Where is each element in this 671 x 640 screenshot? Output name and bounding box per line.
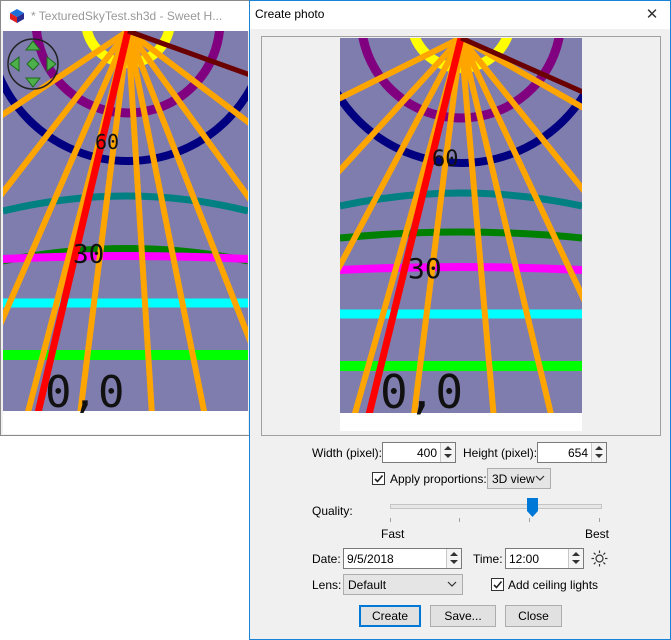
photo-preview-frame: 60 30 0,0	[261, 36, 661, 436]
close-button[interactable]: Close	[505, 605, 562, 627]
close-icon[interactable]: ✕	[638, 4, 666, 26]
label-60: 60	[95, 130, 119, 154]
up-arrow-icon[interactable]	[450, 552, 458, 556]
apply-proportions-label: Apply proportions:	[390, 472, 487, 486]
sun-icon	[591, 550, 608, 567]
dialog-titlebar[interactable]: Create photo ✕	[250, 1, 670, 29]
chevron-down-icon	[535, 475, 545, 481]
width-label: Width (pixel):	[312, 446, 383, 460]
date-stepper[interactable]	[446, 549, 461, 568]
quality-tick	[599, 518, 600, 522]
quality-slider-track[interactable]	[390, 504, 602, 509]
checkmark-icon	[374, 474, 384, 483]
navigation-arrows-icon[interactable]	[7, 38, 59, 90]
dialog-title: Create photo	[255, 7, 325, 21]
time-label: Time:	[473, 552, 503, 566]
app-icon	[10, 9, 24, 23]
label-0: 0,0	[45, 367, 124, 418]
width-stepper[interactable]	[440, 443, 455, 462]
quality-tick	[390, 518, 391, 522]
down-arrow-icon[interactable]	[450, 560, 458, 564]
label-30: 30	[73, 240, 104, 270]
down-arrow-icon[interactable]	[572, 560, 580, 564]
lens-value: Default	[348, 578, 387, 592]
lens-label: Lens:	[312, 578, 342, 592]
proportions-mode-select[interactable]: 3D view	[487, 468, 551, 489]
quality-tick	[459, 518, 460, 522]
quality-tick	[529, 518, 530, 522]
time-stepper[interactable]	[568, 549, 583, 568]
time-spinner[interactable]: 12:00	[505, 548, 584, 569]
create-photo-dialog[interactable]: Create photo ✕ 60 30 0,0 Width (pixel): …	[249, 0, 671, 640]
checkmark-icon	[493, 580, 503, 589]
preview-label-30: 30	[408, 252, 442, 285]
date-value: 9/5/2018	[347, 552, 394, 566]
time-value: 12:00	[509, 552, 540, 566]
quality-slider-thumb[interactable]	[526, 498, 538, 517]
ceiling-lights-label: Add ceiling lights	[508, 578, 599, 592]
apply-proportions-checkbox[interactable]	[372, 472, 385, 485]
height-value: 654	[567, 446, 588, 460]
lens-select[interactable]: Default	[343, 574, 463, 595]
background-window-title: * TexturedSkyTest.sh3d - Sweet H...	[31, 9, 223, 23]
date-spinner[interactable]: 9/5/2018	[343, 548, 462, 569]
3d-view[interactable]: 60 30 0,0	[3, 31, 248, 434]
quality-fast-label: Fast	[381, 527, 405, 541]
background-window[interactable]: * TexturedSkyTest.sh3d - Sweet H... 60 3…	[0, 0, 250, 436]
down-arrow-icon[interactable]	[595, 454, 603, 458]
save-button[interactable]: Save...	[430, 605, 496, 627]
background-window-titlebar[interactable]: * TexturedSkyTest.sh3d - Sweet H...	[1, 1, 249, 31]
create-button[interactable]: Create	[359, 605, 421, 627]
down-arrow-icon[interactable]	[444, 454, 452, 458]
preview-label-60: 60	[432, 147, 459, 172]
ceiling-lights-checkbox[interactable]	[491, 578, 504, 591]
quality-label: Quality:	[312, 504, 353, 518]
quality-best-label: Best	[585, 527, 610, 541]
preview-label-0: 0,0	[380, 365, 463, 419]
photo-preview: 60 30 0,0	[340, 38, 582, 431]
height-spinner[interactable]: 654	[537, 442, 607, 463]
height-stepper[interactable]	[591, 443, 606, 462]
width-spinner[interactable]: 400	[382, 442, 456, 463]
proportions-mode-value: 3D view	[492, 472, 535, 486]
up-arrow-icon[interactable]	[444, 446, 452, 450]
chevron-down-icon	[447, 581, 457, 587]
date-label: Date:	[312, 552, 341, 566]
width-value: 400	[416, 446, 437, 460]
height-label: Height (pixel):	[463, 446, 538, 460]
up-arrow-icon[interactable]	[572, 552, 580, 556]
up-arrow-icon[interactable]	[595, 446, 603, 450]
